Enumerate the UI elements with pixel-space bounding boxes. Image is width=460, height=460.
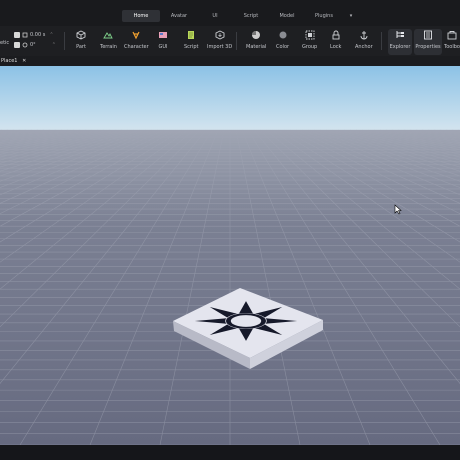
tab-model[interactable]: Model (270, 10, 304, 22)
import-3d-icon (215, 30, 225, 40)
more-tabs-chevron-icon[interactable]: ▾ (344, 10, 358, 22)
tab-plugins[interactable]: Plugins (304, 10, 344, 22)
character-button[interactable]: Character (124, 29, 149, 55)
toolbox-button[interactable]: Toolbo (444, 29, 460, 55)
move-snap-field[interactable]: 0.00 s ⌃ (14, 32, 54, 38)
terrain-icon (103, 32, 114, 39)
toolbox-icon (447, 31, 457, 40)
tab-label: Place1 (1, 58, 18, 64)
scene (0, 66, 460, 445)
gui-button[interactable]: GUI (158, 29, 168, 55)
material-button[interactable]: Material (246, 29, 266, 55)
rotate-snap-field[interactable]: 0° ⌃ (14, 42, 56, 48)
document-tab-strip: Place1 ✕ (0, 56, 460, 66)
toolbar-divider (381, 32, 382, 50)
anchor-icon (360, 31, 368, 40)
ribbon-toolbar: etic 0.00 s ⌃ 0° ⌃ Part Terrain Characte… (0, 26, 460, 57)
mouse-cursor-icon (394, 204, 402, 215)
sky (0, 66, 460, 134)
group-button[interactable]: Group (302, 29, 317, 55)
part-icon (76, 30, 86, 40)
checkbox-icon[interactable] (14, 42, 20, 48)
explorer-button[interactable]: Explorer (388, 29, 412, 55)
gui-icon (159, 32, 167, 38)
group-icon (305, 30, 315, 40)
toolbar-divider (64, 32, 65, 50)
tab-script[interactable]: Script (232, 10, 270, 22)
checkbox-icon[interactable] (14, 32, 20, 38)
import-3d-button[interactable]: Import 3D (207, 29, 232, 55)
properties-icon (424, 30, 432, 40)
tab-ui[interactable]: UI (198, 10, 232, 22)
script-icon (188, 31, 195, 39)
chevron-down-icon: ⌃ (51, 42, 56, 48)
tab-avatar[interactable]: Avatar (160, 10, 198, 22)
material-icon (252, 31, 261, 39)
explorer-icon (396, 31, 404, 38)
tab-place1[interactable]: Place1 ✕ (0, 56, 26, 66)
color-icon (279, 31, 287, 39)
script-button[interactable]: Script (184, 29, 199, 55)
terrain-button[interactable]: Terrain (100, 29, 117, 55)
anchor-button[interactable]: Anchor (355, 29, 373, 55)
close-icon[interactable]: ✕ (22, 58, 26, 64)
properties-button[interactable]: Properties (414, 29, 442, 55)
lock-button[interactable]: Lock (330, 29, 341, 55)
star-decal (194, 301, 298, 341)
menu-bar: Home Avatar UI Script Model Plugins ▾ (0, 0, 460, 26)
3d-viewport[interactable] (0, 66, 460, 445)
part-button[interactable]: Part (76, 29, 86, 55)
character-icon (132, 31, 140, 40)
menu-tabs: Home Avatar UI Script Model Plugins ▾ (122, 10, 358, 22)
snap-label: etic (0, 40, 10, 46)
rotate-icon (22, 42, 28, 48)
lock-icon (332, 30, 340, 40)
chevron-down-icon: ⌃ (49, 32, 54, 38)
color-button[interactable]: Color (276, 29, 289, 55)
toolbar-divider (236, 32, 237, 50)
bottom-bar (0, 445, 460, 460)
tab-home[interactable]: Home (122, 10, 160, 22)
move-icon (22, 32, 28, 38)
